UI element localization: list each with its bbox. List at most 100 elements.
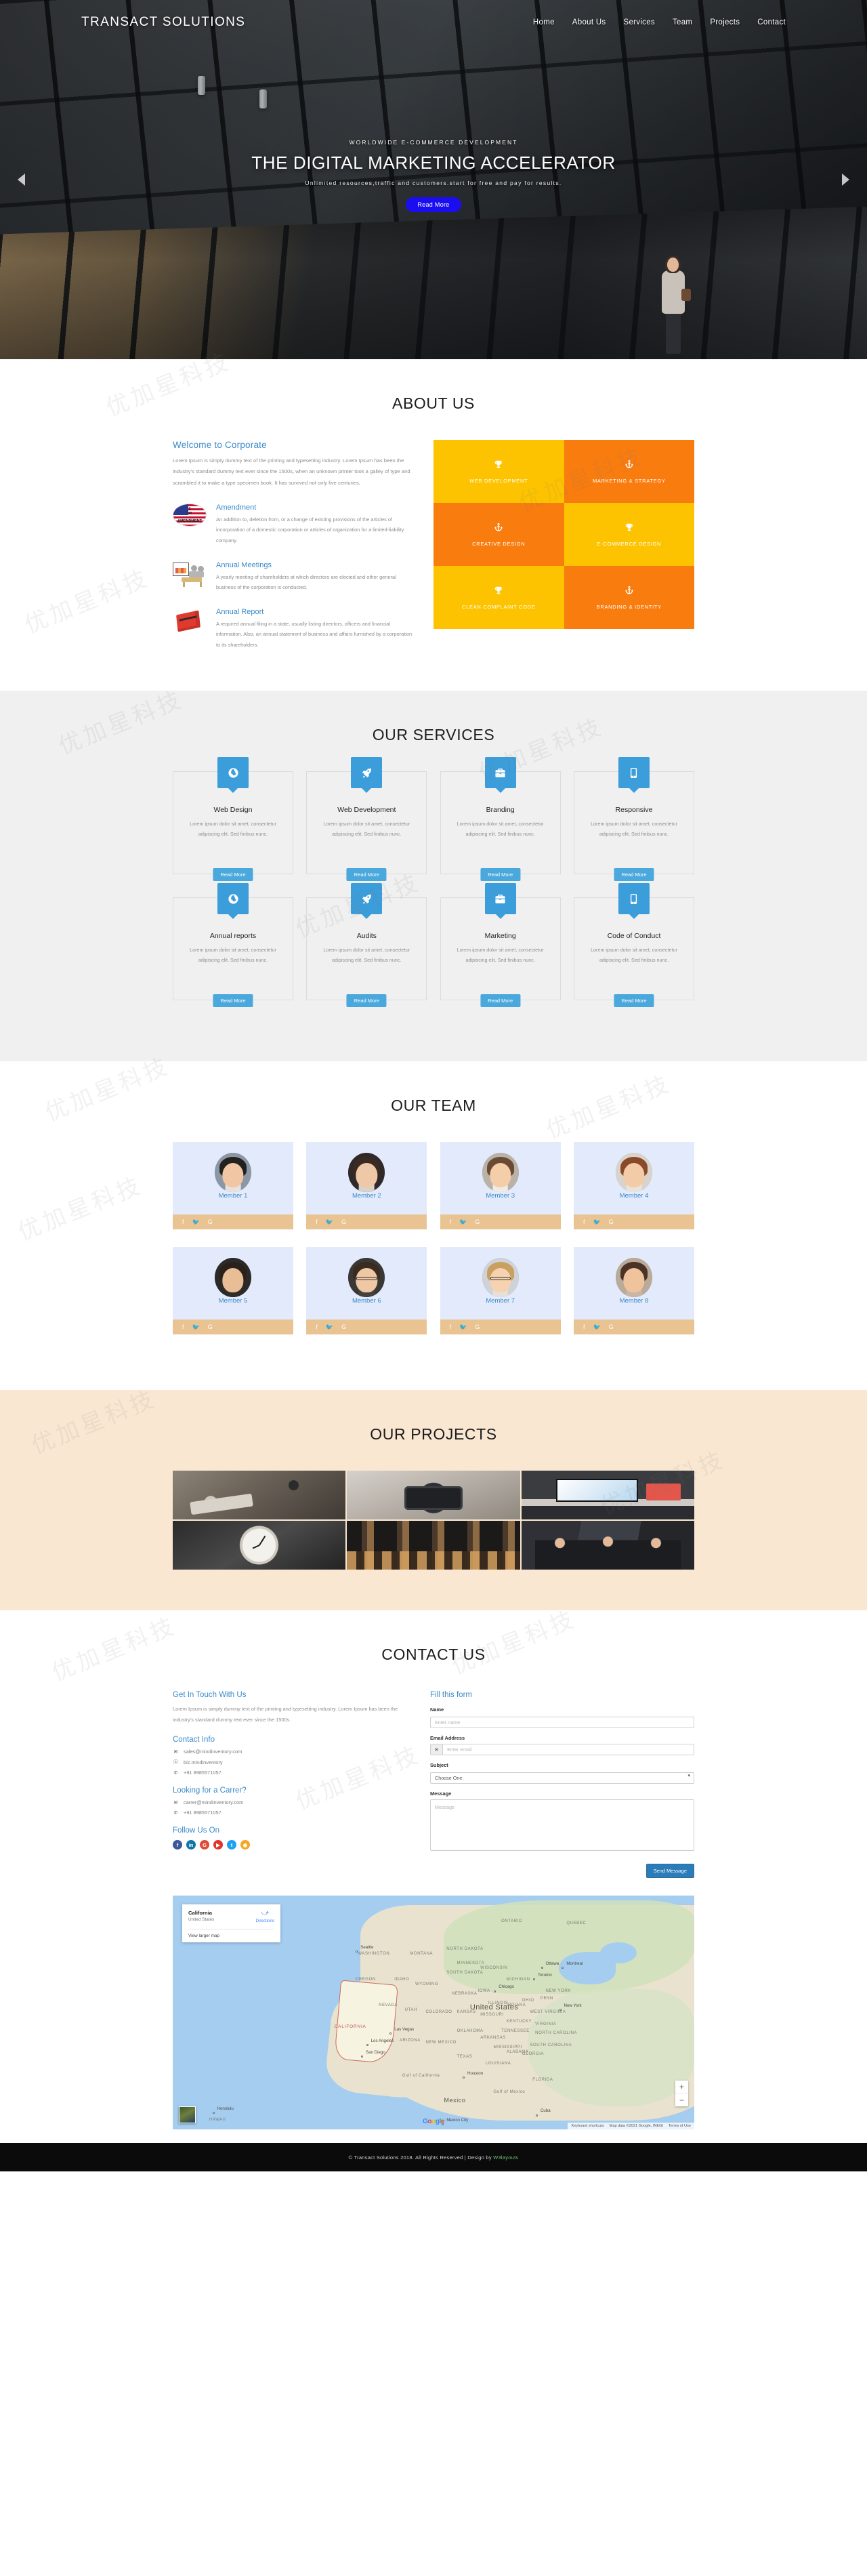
twitter-icon[interactable]: 🐦 <box>459 1324 467 1330</box>
twitter-icon[interactable]: 🐦 <box>192 1219 200 1225</box>
google-plus-icon[interactable]: G <box>341 1324 346 1330</box>
name-input[interactable] <box>430 1717 694 1729</box>
career-phone[interactable]: ✆ +91 8985571057 <box>173 1810 413 1816</box>
service-card: Responsive Lorem ipsum dolor sit amet, co… <box>573 757 694 882</box>
project-tile[interactable] <box>173 1521 346 1570</box>
facebook-icon[interactable]: f <box>182 1219 184 1225</box>
email-input[interactable] <box>442 1744 694 1756</box>
facebook-icon[interactable]: f <box>316 1324 318 1330</box>
about-tile-2[interactable]: MARKETING & STRATEGY <box>564 440 694 503</box>
about-feature-annual-report: Annual Report A required annual filing i… <box>173 608 415 651</box>
about-tile-grid: WEB DEVELOPMENT MARKETING & STRATEGY CREAT… <box>434 440 694 629</box>
google-plus-icon[interactable]: G <box>609 1324 614 1330</box>
twitter-icon[interactable]: 🐦 <box>326 1324 333 1330</box>
facebook-icon[interactable]: f <box>173 1840 182 1850</box>
hero-read-more-button[interactable]: Read More <box>406 197 461 212</box>
about-tile-3[interactable]: CREATIVE DESIGN <box>434 503 564 566</box>
twitter-icon[interactable]: 🐦 <box>326 1219 333 1225</box>
facebook-icon[interactable]: f <box>583 1219 585 1225</box>
project-tile[interactable] <box>347 1521 520 1570</box>
linkedin-icon[interactable]: in <box>186 1840 196 1850</box>
map-label: CALIFORNIA <box>334 2024 366 2030</box>
chevron-right-icon[interactable] <box>842 173 849 186</box>
team-member-socials: f 🐦 G <box>440 1320 561 1335</box>
message-textarea[interactable] <box>430 1799 694 1852</box>
map-satellite-thumbnail[interactable] <box>179 2106 196 2124</box>
nav-item-contact[interactable]: Contact <box>757 18 786 26</box>
contact-info-skype[interactable]: ⓢ biz.mindinventory <box>173 1759 413 1765</box>
twitter-icon[interactable]: 🐦 <box>459 1219 467 1225</box>
site-brand[interactable]: TRANSACT SOLUTIONS <box>81 15 245 30</box>
google-plus-icon[interactable]: G <box>475 1219 480 1225</box>
meeting-presentation-icon <box>173 561 208 590</box>
google-plus-icon[interactable]: G <box>475 1324 480 1330</box>
zoom-in-button[interactable]: + <box>675 2081 688 2094</box>
project-tile[interactable] <box>521 1521 694 1570</box>
keyboard-shortcuts-link[interactable]: Keyboard shortcuts <box>571 2124 604 2128</box>
service-read-more-button[interactable]: Read More <box>614 868 654 882</box>
terms-of-use-link[interactable]: Terms of Use <box>669 2124 691 2128</box>
nav-item-about-us[interactable]: About Us <box>572 18 606 26</box>
contact-info-list: ✉ sales@mindinventory.com ⓢ biz.mindinve… <box>173 1749 413 1776</box>
twitter-icon[interactable]: 🐦 <box>593 1219 601 1225</box>
map-label: OHIO <box>522 1999 534 2003</box>
career-email[interactable]: ✉ carrer@mindinventory.com <box>173 1799 413 1805</box>
subject-select[interactable]: Choose One: <box>430 1772 694 1784</box>
facebook-icon[interactable]: f <box>182 1324 184 1330</box>
youtube-icon[interactable]: ▶ <box>213 1840 223 1850</box>
about-tile-4[interactable]: E-COMMERCE DESIGN <box>564 503 694 566</box>
nav-item-home[interactable]: Home <box>533 18 555 26</box>
google-plus-icon[interactable]: G <box>208 1324 213 1330</box>
service-read-more-button[interactable]: Read More <box>614 994 654 1008</box>
service-read-more-button[interactable]: Read More <box>213 868 253 882</box>
w3layouts-link[interactable]: W3layouts <box>493 2154 518 2161</box>
project-tile[interactable] <box>347 1471 520 1520</box>
service-read-more-button[interactable]: Read More <box>480 994 521 1008</box>
service-read-more-button[interactable]: Read More <box>213 994 253 1008</box>
service-read-more-button[interactable]: Read More <box>346 868 387 882</box>
about-tile-1[interactable]: WEB DEVELOPMENT <box>434 440 564 503</box>
service-read-more-button[interactable]: Read More <box>346 994 387 1008</box>
map-label: OREGON <box>355 1978 376 1982</box>
view-larger-map-link[interactable]: View larger map <box>188 1929 274 1942</box>
chevron-left-icon[interactable] <box>18 173 25 186</box>
facebook-icon[interactable]: f <box>583 1324 585 1330</box>
google-plus-icon[interactable]: G <box>200 1840 209 1850</box>
service-read-more-button[interactable]: Read More <box>480 868 521 882</box>
page-footer: © Transact Solutions 2018. All Rights Re… <box>0 2143 867 2172</box>
about-tile-label: BRANDING & IDENTITY <box>596 603 662 610</box>
rss-icon[interactable]: ◉ <box>240 1840 250 1850</box>
team-member-card: Member 1 f 🐦 G <box>173 1142 293 1230</box>
nav-item-services[interactable]: Services <box>623 18 655 26</box>
map-label: Seattle <box>360 1944 374 1950</box>
services-row: Annual reports Lorem ipsum dolor sit amet… <box>173 883 694 1008</box>
google-plus-icon[interactable]: G <box>609 1219 614 1225</box>
nav-item-projects[interactable]: Projects <box>710 18 740 26</box>
google-map[interactable]: United States Mexico CALIFORNIA WASHINGTON S… <box>173 1896 694 2130</box>
map-label: FLORIDA <box>532 2078 553 2083</box>
project-tile[interactable] <box>173 1471 346 1520</box>
about-tile-5[interactable]: CLEAN COMPLAINT CODE <box>434 566 564 629</box>
project-tile[interactable] <box>521 1471 694 1520</box>
facebook-icon[interactable]: f <box>316 1219 318 1225</box>
map-data-text: Map data ©2021 Google, INEGI <box>609 2124 664 2129</box>
send-message-button[interactable]: Send Message <box>646 1864 694 1879</box>
nav-item-team[interactable]: Team <box>673 18 692 26</box>
map-city-marker <box>541 1967 543 1969</box>
google-plus-icon[interactable]: G <box>208 1219 213 1225</box>
about-tile-6[interactable]: BRANDING & IDENTITY <box>564 566 694 629</box>
form-group-name: Name <box>430 1706 694 1729</box>
twitter-icon[interactable]: 🐦 <box>593 1324 601 1330</box>
zoom-out-button[interactable]: − <box>675 2093 688 2106</box>
google-plus-icon[interactable]: G <box>341 1219 346 1225</box>
contact-info-phone[interactable]: ✆ +91 8985571057 <box>173 1770 413 1776</box>
twitter-icon[interactable]: 🐦 <box>192 1324 200 1330</box>
map-label: Los Angeles <box>371 2038 394 2043</box>
twitter-icon[interactable]: t <box>227 1840 236 1850</box>
map-label: MONTANA <box>410 1952 434 1957</box>
contact-info-email[interactable]: ✉ sales@mindinventory.com <box>173 1749 413 1755</box>
map-directions-button[interactable]: ⤻ Directions <box>255 1910 274 1924</box>
facebook-icon[interactable]: f <box>450 1324 452 1330</box>
facebook-icon[interactable]: f <box>450 1219 452 1225</box>
feature-title: Amendment <box>216 503 257 512</box>
